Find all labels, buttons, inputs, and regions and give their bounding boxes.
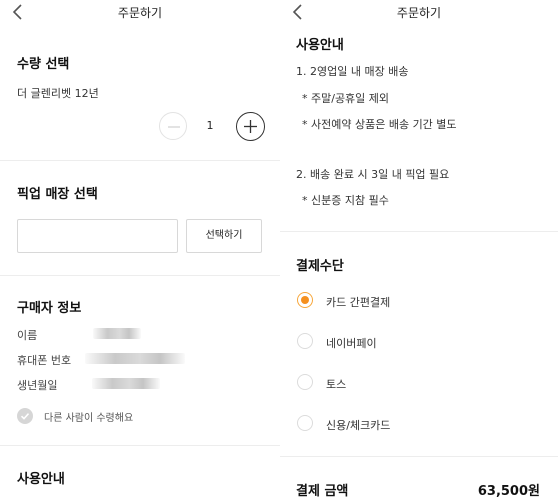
checkmark-icon	[20, 413, 30, 420]
payment-option-credit-check-card[interactable]: 신용/체크카드	[326, 417, 390, 433]
page-title: 주문하기	[396, 6, 442, 20]
usage-line: 1. 2영업일 내 매장 배송	[296, 65, 409, 78]
buyer-name-value-redacted	[93, 328, 141, 339]
usage-line: * 주말/공휴일 제외	[302, 92, 390, 105]
payment-option-naverpay[interactable]: 네이버페이	[326, 335, 377, 351]
usage-line: * 신분증 지참 필수	[302, 194, 389, 207]
buyer-section-title: 구매자 정보	[17, 301, 82, 316]
section-divider	[0, 160, 280, 161]
other-receiver-checkbox[interactable]	[17, 408, 33, 424]
section-divider	[0, 445, 280, 446]
product-name: 더 글렌리벳 12년	[17, 87, 99, 100]
payment-option-card-easy[interactable]: 카드 간편결제	[326, 294, 390, 310]
pickup-store-field[interactable]	[17, 219, 178, 253]
buyer-phone-label: 휴대폰 번호	[17, 354, 72, 367]
buyer-phone-value-redacted	[85, 353, 185, 364]
buyer-birth-value-redacted	[92, 378, 160, 389]
payment-section-title: 결제수단	[296, 259, 344, 274]
section-divider	[0, 275, 280, 276]
pickup-section-title: 픽업 매장 선택	[17, 187, 98, 202]
buyer-name-label: 이름	[17, 329, 38, 342]
quantity-value: 1	[206, 119, 214, 132]
other-receiver-label[interactable]: 다른 사람이 수령해요	[44, 409, 133, 424]
payment-radio-toss[interactable]	[297, 374, 313, 390]
usage-section-title: 사용안내	[296, 38, 344, 53]
header: 주문하기	[0, 0, 280, 24]
usage-section-title: 사용안내	[17, 472, 65, 487]
buyer-birth-label: 생년월일	[17, 379, 58, 392]
quantity-increase-button[interactable]	[236, 112, 265, 141]
header: 주문하기	[280, 0, 558, 24]
usage-line: 2. 배송 완료 시 3일 내 픽업 필요	[296, 168, 450, 181]
plus-icon	[244, 120, 257, 133]
page-title: 주문하기	[117, 6, 163, 20]
usage-line: * 사전예약 상품은 배송 기간 별도	[302, 118, 457, 131]
payment-radio-credit-check-card[interactable]	[297, 415, 313, 431]
payment-radio-card-easy[interactable]	[297, 292, 313, 308]
order-screen-left: 주문하기 수량 선택 더 글렌리벳 12년 1 픽업 매장 선택 선택하기 구매…	[0, 0, 280, 500]
payment-radio-naverpay[interactable]	[297, 333, 313, 349]
quantity-section-title: 수량 선택	[17, 57, 70, 72]
select-store-button[interactable]: 선택하기	[186, 219, 262, 253]
payment-amount-label: 결제 금액	[296, 484, 349, 499]
payment-amount-value: 63,500원	[477, 484, 540, 499]
minus-icon	[168, 126, 180, 128]
section-divider	[280, 456, 558, 457]
payment-option-toss[interactable]: 토스	[326, 376, 346, 392]
quantity-decrease-button[interactable]	[159, 112, 187, 140]
section-divider	[280, 231, 558, 232]
